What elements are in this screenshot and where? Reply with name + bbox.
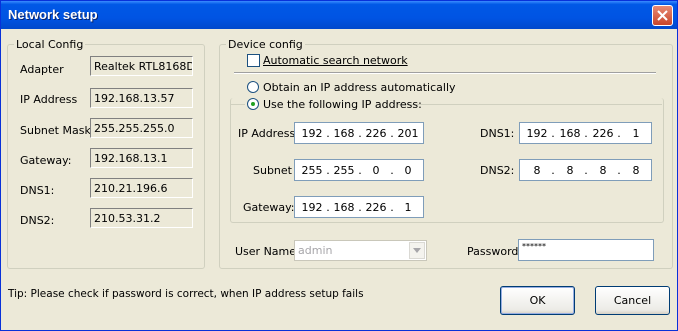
dot: . — [617, 164, 621, 177]
group-top-right — [398, 104, 662, 105]
cancel-button-label: Cancel — [613, 294, 652, 307]
device-dns1-label: DNS1: — [480, 127, 515, 140]
device-dns2-input[interactable]: 8 . 8 . 8 . 8 — [519, 159, 652, 181]
ip-octet-1: 192 — [301, 127, 323, 140]
divider — [234, 72, 656, 74]
password-label: Password — [467, 245, 519, 258]
dns2-octet-3: 8 — [599, 164, 607, 177]
device-dns2-label: DNS2: — [480, 164, 515, 177]
local-gateway-label: Gateway: — [20, 154, 72, 167]
subnet-octet-4: 0 — [404, 164, 412, 177]
device-ip-label: IP Address — [238, 127, 296, 140]
ok-button-label: OK — [529, 294, 546, 307]
ip-octet-4: 201 — [397, 127, 419, 140]
dns2-octet-1: 8 — [533, 164, 541, 177]
local-ip-value: 192.168.13.57 — [90, 88, 193, 108]
dot: . — [617, 127, 621, 140]
device-config-legend: Device config — [228, 38, 303, 51]
dns2-octet-4: 8 — [632, 164, 640, 177]
local-subnet-label: Subnet Mask: — [20, 124, 95, 137]
device-dns1-input[interactable]: 192 . 168 . 226 . 1 — [519, 122, 652, 144]
dns2-octet-2: 8 — [566, 164, 574, 177]
adapter-label: Adapter — [20, 63, 64, 76]
device-gateway-input[interactable]: 192 . 168 . 226 . 1 — [294, 196, 424, 218]
password-input[interactable]: ****** — [518, 239, 654, 261]
use-following-label[interactable]: Use the following IP address: — [263, 98, 422, 111]
subnet-octet-3: 0 — [372, 164, 380, 177]
adapter-value: Realtek RTL8168D(P). — [90, 56, 193, 76]
dropdown-button[interactable] — [409, 242, 425, 259]
dot: . — [584, 164, 588, 177]
user-name-value: admin — [298, 244, 333, 257]
gateway-octet-4: 1 — [404, 201, 412, 214]
gateway-octet-3: 226 — [365, 201, 387, 214]
device-subnet-label: Subnet — [253, 164, 292, 177]
chevron-down-icon — [413, 248, 421, 253]
local-dns1-value: 210.21.196.6 — [90, 178, 193, 198]
dns1-octet-3: 226 — [592, 127, 614, 140]
local-ip-label: IP Address — [20, 93, 78, 106]
ip-octet-3: 226 — [365, 127, 387, 140]
local-dns1-label: DNS1: — [20, 184, 55, 197]
network-setup-window: Network setup Local Config Adapter Realt… — [0, 0, 678, 331]
device-subnet-input[interactable]: 255 . 255 . 0 . 0 — [294, 159, 424, 181]
obtain-auto-label[interactable]: Obtain an IP address automatically — [263, 81, 456, 94]
group-top-left — [230, 104, 245, 105]
use-following-radio[interactable] — [247, 98, 259, 110]
subnet-octet-1: 255 — [301, 164, 323, 177]
local-dns2-value: 210.53.31.2 — [90, 208, 193, 228]
ip-octet-2: 168 — [333, 127, 355, 140]
ok-button[interactable]: OK — [500, 286, 575, 315]
close-button[interactable] — [652, 5, 673, 26]
dot: . — [551, 127, 555, 140]
device-gateway-label: Gateway: — [243, 201, 295, 214]
close-icon — [657, 10, 668, 21]
user-name-combo[interactable]: admin — [294, 240, 427, 261]
dns1-octet-4: 1 — [632, 127, 640, 140]
auto-search-checkbox[interactable] — [247, 54, 260, 67]
user-name-label: User Name — [235, 245, 297, 258]
dns1-octet-2: 168 — [559, 127, 581, 140]
auto-search-label[interactable]: Automatic search network — [263, 54, 408, 67]
dns1-octet-1: 192 — [526, 127, 548, 140]
dot: . — [551, 164, 555, 177]
tip-text: Tip: Please check if password is correct… — [8, 288, 364, 300]
local-dns2-label: DNS2: — [20, 214, 55, 227]
dot: . — [584, 127, 588, 140]
local-config-legend: Local Config — [16, 38, 84, 51]
gateway-octet-2: 168 — [333, 201, 355, 214]
local-subnet-value: 255.255.255.0 — [90, 118, 193, 138]
obtain-auto-radio[interactable] — [247, 81, 259, 93]
title-bar[interactable]: Network setup — [1, 1, 677, 29]
cancel-button[interactable]: Cancel — [595, 286, 670, 315]
subnet-octet-2: 255 — [333, 164, 355, 177]
device-ip-input[interactable]: 192 . 168 . 226 . 201 — [294, 122, 424, 144]
gateway-octet-1: 192 — [301, 201, 323, 214]
local-gateway-value: 192.168.13.1 — [90, 148, 193, 168]
window-title: Network setup — [8, 7, 98, 22]
